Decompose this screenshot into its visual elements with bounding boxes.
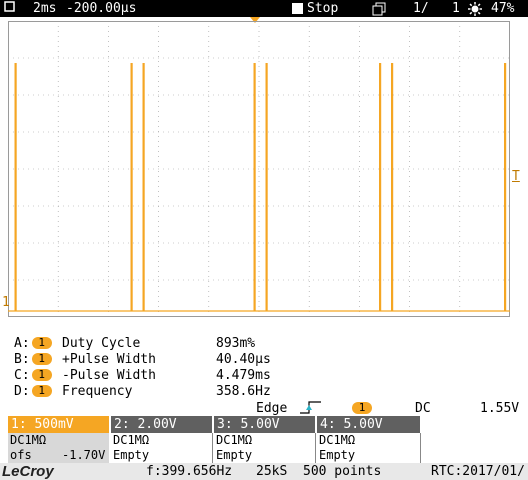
measurement-channel-badge: 1	[31, 369, 52, 381]
waveform-pulse	[379, 63, 382, 311]
channel-4-coupling: DC1MΩ	[319, 433, 356, 447]
timebase-readout[interactable]: 2ms	[33, 0, 56, 17]
run-state-label[interactable]: Stop	[307, 0, 338, 17]
measurement-value: 358.6Hz	[216, 384, 271, 399]
measurement-row[interactable]: C: 1 -Pulse Width 4.479ms	[14, 368, 274, 383]
channel-3-tab[interactable]: 3: 5.00V	[214, 416, 315, 433]
waveform-pulse	[265, 63, 268, 311]
record-length: 500 points	[303, 464, 382, 479]
measurement-slot: C:	[14, 368, 30, 383]
channel-2-tab[interactable]: 2: 2.00V	[111, 416, 212, 433]
trigger-level[interactable]: 1.55V	[480, 401, 519, 416]
status-bar: 2ms -200.00µs Stop 1/ 1 47%	[0, 0, 528, 17]
measurement-value: 40.40µs	[216, 352, 271, 367]
bottom-status-bar: LeCroy f:399.656Hz 25kS 500 points RTC:2…	[0, 463, 528, 480]
delay-readout[interactable]: -200.00µs	[66, 0, 136, 17]
channel-4-status: Empty	[319, 448, 356, 462]
trigger-coupling[interactable]: DC	[415, 401, 431, 416]
trigger-source-badge: 1	[352, 402, 372, 414]
sequence-count: 1	[452, 1, 460, 16]
channel-2-status: Empty	[113, 448, 150, 462]
brand-logo: LeCroy	[2, 463, 54, 480]
sample-rate: 25kS	[256, 464, 288, 479]
measurement-channel-badge: 1	[31, 337, 52, 349]
trigger-level-marker[interactable]: T	[512, 170, 520, 184]
measurement-row[interactable]: D: 1 Frequency 358.6Hz	[14, 384, 274, 399]
channel-ground-marker[interactable]: 1	[2, 296, 10, 310]
channel-3-coupling: DC1MΩ	[216, 433, 253, 447]
measurement-name: Frequency	[62, 384, 133, 399]
run-state-icon[interactable]	[292, 0, 303, 17]
measurement-row[interactable]: B: 1 +Pulse Width 40.40µs	[14, 352, 274, 367]
channel-1-tab[interactable]: 1: 500mV	[8, 416, 109, 433]
channel-1-info[interactable]: DC1MΩ ofs -1.70V	[8, 433, 109, 463]
channel-1-offset-label: ofs	[10, 448, 32, 462]
channel-2-coupling: DC1MΩ	[113, 433, 150, 447]
measurement-channel-badge: 1	[31, 353, 52, 365]
rtc-clock: RTC:2017/01/	[431, 464, 525, 479]
waveform-pulse	[142, 63, 145, 311]
channel-1-offset-value: -1.70V	[62, 448, 106, 462]
channel-1-coupling: DC1MΩ	[10, 433, 47, 447]
measurement-channel-badge: 1	[31, 385, 52, 397]
channel-3-status: Empty	[216, 448, 253, 462]
channel-4-info[interactable]: DC1MΩ Empty	[317, 433, 421, 463]
measurement-value: 4.479ms	[216, 368, 271, 383]
measurement-slot: B:	[14, 352, 30, 367]
waveform-pulse	[391, 63, 394, 311]
waveform-pulse	[14, 63, 17, 311]
measurement-value: 893m%	[216, 336, 256, 351]
waveform-pulse	[253, 63, 256, 311]
trigger-source[interactable]: 1	[352, 401, 372, 416]
waveform-pulse	[130, 63, 133, 311]
waveform-svg	[8, 21, 510, 317]
measurement-name: +Pulse Width	[62, 352, 156, 367]
channel-4-tab[interactable]: 4: 5.00V	[317, 416, 420, 433]
battery-level: 47%	[491, 1, 515, 16]
channel-2-info[interactable]: DC1MΩ Empty	[111, 433, 213, 463]
measurement-name: -Pulse Width	[62, 368, 156, 383]
trigger-mode[interactable]: Edge	[256, 401, 287, 416]
measurement-row[interactable]: A: 1 Duty Cycle 893m%	[14, 336, 274, 351]
measurement-slot: D:	[14, 384, 30, 399]
channel-3-info[interactable]: DC1MΩ Empty	[214, 433, 316, 463]
brightness-icon[interactable]	[468, 0, 482, 19]
folder-icon[interactable]	[4, 0, 15, 17]
waveform-display[interactable]	[8, 21, 510, 317]
sequence-index: 1/	[413, 1, 429, 16]
measurement-slot: A:	[14, 336, 30, 351]
frequency-counter: f:399.656Hz	[146, 464, 233, 479]
measurement-name: Duty Cycle	[62, 336, 141, 351]
waveform-pulse	[504, 63, 507, 311]
sequence-icon[interactable]	[372, 0, 386, 19]
rising-edge-icon	[300, 401, 321, 414]
